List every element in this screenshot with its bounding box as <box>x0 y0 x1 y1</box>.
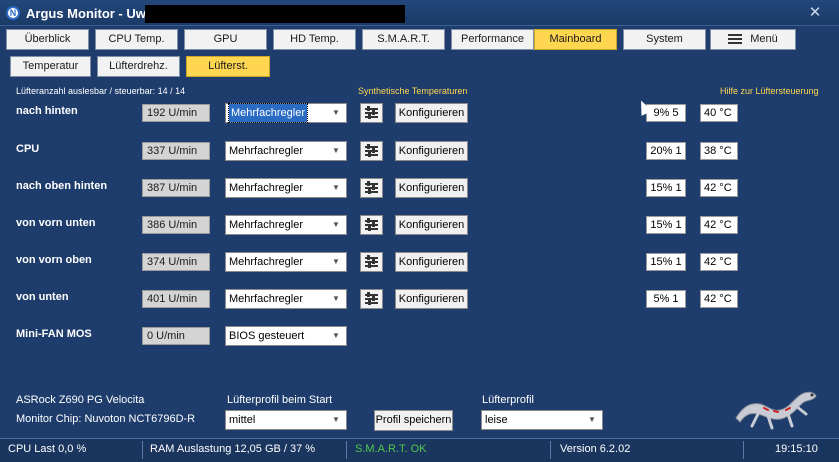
fan-rpm: 387 U/min <box>142 179 210 197</box>
fan-control-select[interactable]: Mehrfachregler ▼ <box>225 141 347 161</box>
configure-button[interactable]: Konfigurieren <box>395 252 468 272</box>
window-title: Argus Monitor - Uwe <box>26 6 154 21</box>
fan-settings-button[interactable] <box>360 289 383 309</box>
fan-percent: 15% 1 <box>646 216 686 234</box>
fan-control-value: Mehrfachregler <box>229 256 303 268</box>
configure-button[interactable]: Konfigurieren <box>395 141 468 161</box>
chevron-down-icon: ▼ <box>332 108 340 117</box>
fan-control-value: Mehrfachregler <box>229 145 303 157</box>
fan-temp: 42 °C <box>700 216 738 234</box>
fan-rpm: 374 U/min <box>142 253 210 271</box>
ram-usage-status: RAM Auslastung 12,05 GB / 37 % <box>150 443 316 455</box>
fan-control-value: Mehrfachregler <box>228 103 308 123</box>
fan-percent: 9% 5 <box>646 104 686 122</box>
fan-percent: 5% 1 <box>646 290 686 308</box>
fan-control-value: BIOS gesteuert <box>229 330 305 342</box>
fan-name: von vorn unten <box>16 217 96 229</box>
chevron-down-icon: ▼ <box>588 415 596 424</box>
fan-control-select[interactable]: Mehrfachregler ▼ <box>225 178 347 198</box>
fan-rpm: 401 U/min <box>142 290 210 308</box>
save-profile-button[interactable]: Profil speichern <box>374 410 453 431</box>
fan-settings-button[interactable] <box>360 103 383 123</box>
fan-settings-button[interactable] <box>360 178 383 198</box>
monitor-chip: Monitor Chip: Nuvoton NCT6796D-R <box>16 413 196 425</box>
fan-rpm: 337 U/min <box>142 142 210 160</box>
fan-name: CPU <box>16 143 40 155</box>
fan-name: von vorn oben <box>16 254 92 266</box>
status-bar: CPU Last 0,0 % RAM Auslastung 12,05 GB /… <box>0 438 839 462</box>
fan-percent: 15% 1 <box>646 253 686 271</box>
tab-luefterst[interactable]: Lüfterst. <box>186 56 270 77</box>
fan-settings-button[interactable] <box>360 141 383 161</box>
fan-profile-select[interactable]: leise ▼ <box>481 410 603 430</box>
fan-control-help-link[interactable]: Hilfe zur Lüftersteuerung <box>720 86 819 96</box>
tab-menu[interactable]: Menü <box>710 29 796 50</box>
tab-performance[interactable]: Performance <box>451 29 534 50</box>
fan-rpm: 386 U/min <box>142 216 210 234</box>
chevron-down-icon: ▼ <box>332 183 340 192</box>
fan-temp: 42 °C <box>700 179 738 197</box>
fan-name: nach oben hinten <box>16 180 108 192</box>
fan-temp: 42 °C <box>700 290 738 308</box>
menu-label: Menü <box>750 33 778 45</box>
tab-system[interactable]: System <box>623 29 706 50</box>
fan-control-select[interactable]: Mehrfachregler ▼ <box>225 289 347 309</box>
fan-name: von unten <box>16 291 69 303</box>
tab-hd-temp[interactable]: HD Temp. <box>273 29 356 50</box>
gecko-logo-icon <box>735 391 817 430</box>
fan-settings-button[interactable] <box>360 215 383 235</box>
fan-percent: 15% 1 <box>646 179 686 197</box>
fan-name: Mini-FAN MOS <box>16 328 92 340</box>
tab-cpu-temp[interactable]: CPU Temp. <box>95 29 178 50</box>
chevron-down-icon: ▼ <box>332 331 340 340</box>
tab-mainboard[interactable]: Mainboard <box>534 29 617 50</box>
fan-settings-button[interactable] <box>360 252 383 272</box>
fan-rpm: 0 U/min <box>142 327 210 345</box>
fan-profile-value: leise <box>485 414 508 426</box>
fan-percent: 20% 1 <box>646 142 686 160</box>
fan-name: nach hinten <box>16 105 78 117</box>
chevron-down-icon: ▼ <box>332 294 340 303</box>
hamburger-icon <box>728 32 743 46</box>
fan-temp: 42 °C <box>700 253 738 271</box>
start-profile-value: mittel <box>229 414 256 426</box>
fan-control-select[interactable]: Mehrfachregler ▼ <box>225 215 347 235</box>
argus-logo-icon: N <box>6 6 20 20</box>
chevron-down-icon: ▼ <box>332 146 340 155</box>
fan-control-select[interactable]: Mehrfachregler ▼ <box>225 252 347 272</box>
fan-temp: 38 °C <box>700 142 738 160</box>
configure-button[interactable]: Konfigurieren <box>395 215 468 235</box>
redacted-username <box>145 5 405 23</box>
cpu-load-status: CPU Last 0,0 % <box>8 443 87 455</box>
clock-status: 19:15:10 <box>775 443 818 455</box>
fan-control-select[interactable]: BIOS gesteuert ▼ <box>225 326 347 346</box>
tab-ueberblick[interactable]: Überblick <box>6 29 89 50</box>
chevron-down-icon: ▼ <box>332 415 340 424</box>
chevron-down-icon: ▼ <box>332 257 340 266</box>
board-name: ASRock Z690 PG Velocita <box>16 394 145 406</box>
tab-luefterdrehz[interactable]: Lüfterdrehz. <box>97 56 180 77</box>
tab-smart[interactable]: S.M.A.R.T. <box>362 29 445 50</box>
title-bar: N Argus Monitor - Uwe ✕ <box>0 0 839 26</box>
fan-temp: 40 °C <box>700 104 738 122</box>
tab-temperatur[interactable]: Temperatur <box>10 56 91 77</box>
configure-button[interactable]: Konfigurieren <box>395 103 468 123</box>
fan-control-value: Mehrfachregler <box>229 293 303 305</box>
fan-control-value: Mehrfachregler <box>229 219 303 231</box>
start-profile-select[interactable]: mittel ▼ <box>225 410 347 430</box>
fan-control-select[interactable]: Mehrfachregler ▼ <box>225 103 347 123</box>
tab-gpu[interactable]: GPU <box>184 29 267 50</box>
synthetic-temps-link[interactable]: Synthetische Temperaturen <box>358 86 467 96</box>
close-icon[interactable]: ✕ <box>804 4 826 22</box>
fan-rpm: 192 U/min <box>142 104 210 122</box>
fan-control-value: Mehrfachregler <box>229 182 303 194</box>
version-status: Version 6.2.02 <box>560 443 631 455</box>
configure-button[interactable]: Konfigurieren <box>395 178 468 198</box>
start-profile-label: Lüfterprofil beim Start <box>227 394 333 406</box>
smart-status: S.M.A.R.T. OK <box>355 443 427 455</box>
fan-profile-label: Lüfterprofil <box>482 394 534 406</box>
configure-button[interactable]: Konfigurieren <box>395 289 468 309</box>
chevron-down-icon: ▼ <box>332 220 340 229</box>
fan-count-label: Lüfteranzahl auslesbar / steuerbar: 14 /… <box>16 86 186 96</box>
